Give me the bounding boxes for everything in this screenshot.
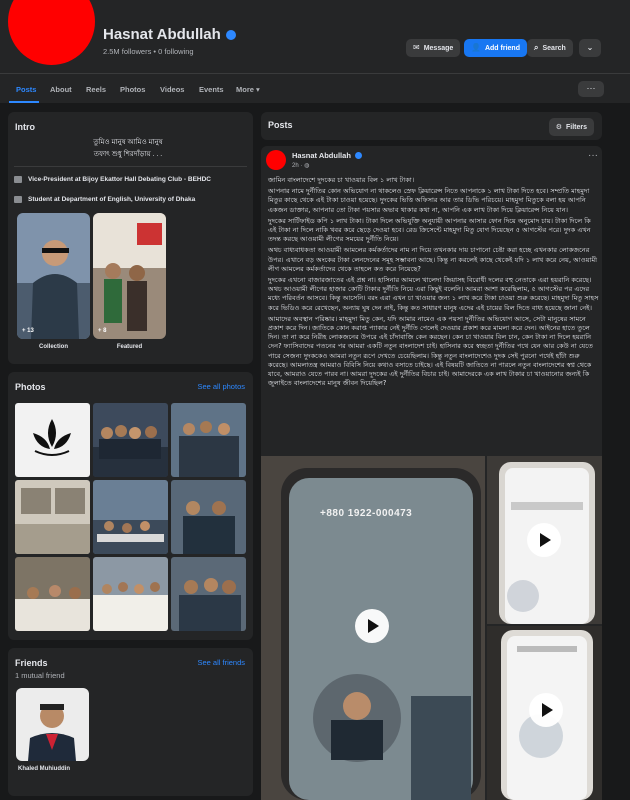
globe-icon: ◍ bbox=[304, 163, 310, 169]
post-author[interactable]: Hasnat Abdullah bbox=[292, 151, 362, 160]
more-dots-icon: ··· bbox=[588, 150, 598, 161]
play-icon[interactable] bbox=[527, 523, 561, 557]
tab-about[interactable]: About bbox=[50, 85, 72, 94]
briefcase-icon bbox=[14, 176, 22, 183]
tab-reels[interactable]: Reels bbox=[86, 85, 106, 94]
post-paragraph: আমাদের অবস্থান পরিষ্কার। মাহমুদা মিতু কে… bbox=[268, 314, 593, 388]
collection-label: Collection bbox=[38, 344, 68, 350]
search-button[interactable]: ⌕ Search bbox=[527, 39, 573, 57]
tab-overflow-button[interactable]: ··· bbox=[578, 81, 604, 97]
add-friend-button[interactable]: 👤 Add friend bbox=[464, 39, 527, 57]
profile-name: Hasnat Abdullah bbox=[103, 26, 236, 43]
tab-more[interactable]: More ▾ bbox=[236, 85, 260, 94]
mutual-friends-count: 1 mutual friend bbox=[15, 671, 65, 680]
post-timestamp[interactable]: 2h · ◍ bbox=[292, 162, 309, 169]
verified-badge-icon bbox=[225, 29, 236, 40]
verified-badge-icon bbox=[354, 152, 362, 159]
post-paragraph: আপনার নামে দুর্নীতির কোন অভিযোগ না থাকলে… bbox=[268, 187, 590, 214]
photo-thumbnail[interactable] bbox=[93, 403, 168, 477]
post-paragraph: জামিন বাংলাদেশে দুদকের চা খাওয়ার বিল ১ … bbox=[268, 176, 415, 184]
message-button[interactable]: ✉ Message bbox=[406, 39, 461, 57]
post-author-avatar[interactable] bbox=[266, 150, 286, 170]
intro-title: Intro bbox=[15, 122, 35, 132]
posts-header: Posts ⚙ Filters bbox=[261, 112, 602, 140]
search-icon: ⌕ bbox=[534, 43, 539, 52]
post-paragraph: অথচ বাধ্যবাধকতা আওয়ামী আমলের কর্মকর্তাদ… bbox=[268, 246, 598, 273]
tab-events[interactable]: Events bbox=[199, 85, 224, 94]
education-info: Student at Department of English, Univer… bbox=[14, 196, 195, 203]
post-options-button[interactable]: ··· bbox=[588, 150, 598, 161]
tab-videos[interactable]: Videos bbox=[160, 85, 184, 94]
photo-thumbnail[interactable] bbox=[171, 403, 246, 477]
collection-photo bbox=[17, 213, 90, 339]
featured-collection[interactable]: + 13 bbox=[17, 213, 90, 339]
more-options-button[interactable]: ⌄ bbox=[579, 39, 601, 57]
filters-icon: ⚙ bbox=[555, 124, 562, 131]
bio-line-1: তুমিও মানুষ আমিও মানুষ bbox=[93, 139, 163, 146]
tab-posts[interactable]: Posts bbox=[16, 85, 36, 94]
filters-button[interactable]: ⚙ Filters bbox=[548, 118, 594, 136]
profile-tabs: Posts About Reels Photos Videos Events M… bbox=[0, 73, 630, 103]
friend-photo[interactable] bbox=[16, 688, 89, 761]
play-icon[interactable] bbox=[355, 609, 389, 643]
posts-title: Posts bbox=[268, 120, 293, 130]
phone-number-overlay: +880 1922-000473 bbox=[320, 508, 413, 519]
tab-photos[interactable]: Photos bbox=[120, 85, 145, 94]
featured-label: Featured bbox=[116, 344, 143, 350]
featured-highlights[interactable]: + 8 bbox=[93, 213, 166, 339]
photo-thumbnail[interactable] bbox=[171, 480, 246, 554]
work-info: Vice-President at Bijoy Ekattor Hall Deb… bbox=[14, 176, 211, 183]
active-tab-indicator bbox=[9, 101, 39, 103]
featured-photo bbox=[93, 213, 166, 339]
add-friend-icon: 👤 bbox=[471, 43, 481, 52]
profile-avatar[interactable] bbox=[8, 0, 95, 65]
play-icon[interactable] bbox=[529, 693, 563, 727]
post-text: জামিন বাংলাদেশে দুদকের চা খাওয়ার বিল ১ … bbox=[268, 176, 600, 390]
divider bbox=[14, 166, 247, 167]
chevron-down-icon: ⌄ bbox=[586, 43, 594, 52]
friends-title: Friends bbox=[15, 658, 48, 668]
graduation-cap-icon bbox=[14, 196, 22, 203]
messenger-icon: ✉ bbox=[413, 43, 420, 52]
photos-grid bbox=[15, 403, 246, 631]
photo-thumbnail[interactable] bbox=[15, 403, 90, 477]
see-all-friends-link[interactable]: See all friends bbox=[197, 658, 245, 667]
photo-thumbnail[interactable] bbox=[15, 557, 90, 631]
photo-thumbnail[interactable] bbox=[171, 557, 246, 631]
dropdown-arrow-icon: ▾ bbox=[256, 85, 260, 94]
see-all-photos-link[interactable]: See all photos bbox=[197, 382, 245, 391]
lotus-logo-icon bbox=[15, 403, 90, 477]
followers-count[interactable]: 2.5M followers • 0 following bbox=[103, 47, 194, 56]
profile-header: Hasnat Abdullah 2.5M followers • 0 follo… bbox=[0, 0, 630, 73]
featured-count: + 8 bbox=[98, 328, 107, 334]
photo-thumbnail[interactable] bbox=[93, 557, 168, 631]
photos-title: Photos bbox=[15, 382, 46, 392]
friend-name[interactable]: Khaled Muhiuddin bbox=[18, 766, 70, 772]
photo-thumbnail[interactable] bbox=[93, 480, 168, 554]
post-paragraph: দুদকের এখনো বাজারজাতের এই প্রশ্ন না। হাস… bbox=[268, 276, 599, 312]
more-dots-icon: ··· bbox=[586, 83, 596, 93]
collection-count: + 13 bbox=[22, 328, 34, 334]
photo-thumbnail[interactable] bbox=[15, 480, 90, 554]
post-paragraph: দুদকের সার্টিফাইড কপি ১ লাখ টাকা। টাকা দ… bbox=[268, 216, 591, 244]
bio-line-2: তফাৎ শুধু শিরদাঁড়ায় . . . bbox=[93, 151, 163, 158]
